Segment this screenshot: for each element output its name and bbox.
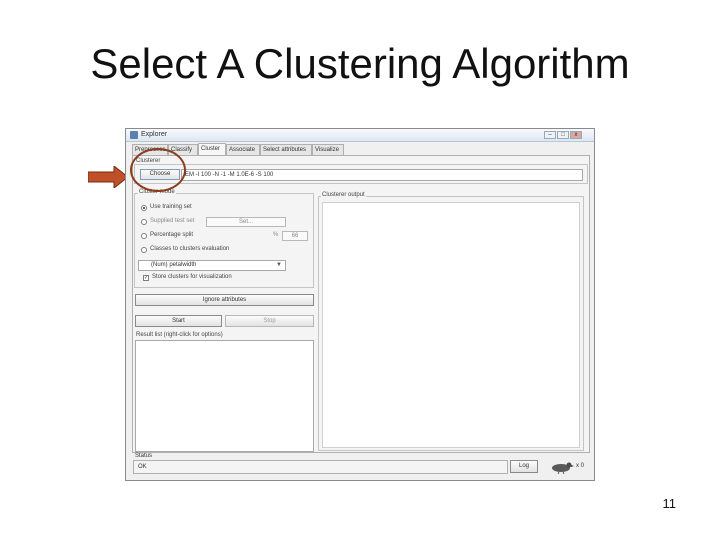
- arrow-right-icon: [88, 166, 128, 188]
- minimize-button[interactable]: –: [544, 131, 556, 139]
- class-attribute-select[interactable]: (Num) petalwidth ▼: [138, 260, 286, 271]
- stop-button[interactable]: Stop: [225, 315, 314, 327]
- supplied-test-set-radio[interactable]: [141, 219, 147, 225]
- task-count: x 0: [576, 463, 585, 469]
- percent-sign: %: [273, 232, 279, 238]
- start-button[interactable]: Start: [135, 315, 222, 327]
- classes-to-clusters-label: Classes to clusters evaluation: [150, 246, 230, 252]
- tab-select-attributes[interactable]: Select attributes: [260, 144, 312, 155]
- result-list[interactable]: [135, 340, 314, 452]
- set-button[interactable]: Set...: [206, 217, 286, 227]
- class-attribute-value: (Num) petalwidth: [151, 262, 197, 268]
- tab-cluster[interactable]: Cluster: [198, 143, 226, 155]
- app-icon: [130, 131, 138, 139]
- tab-associate[interactable]: Associate: [226, 144, 260, 155]
- result-list-label: Result list (right-click for options): [136, 332, 223, 338]
- window-titlebar: Explorer – □ x: [126, 129, 594, 142]
- weka-bird-icon: [552, 462, 574, 474]
- status-label: Status: [135, 453, 153, 459]
- use-training-set-label: Use training set: [150, 204, 192, 210]
- maximize-button[interactable]: □: [557, 131, 569, 139]
- store-clusters-label: Store clusters for visualization: [152, 274, 232, 280]
- clusterer-algorithm-field[interactable]: EM -I 100 -N -1 -M 1.0E-6 -S 100: [181, 169, 583, 181]
- percentage-split-label: Percentage split: [150, 232, 194, 238]
- clusterer-output-area[interactable]: [322, 202, 580, 448]
- slide-number: 11: [662, 496, 677, 511]
- slide-title: Select A Clustering Algorithm: [90, 40, 630, 87]
- highlight-circle: [130, 148, 186, 192]
- supplied-test-set-label: Supplied test set: [150, 218, 195, 224]
- window-title: Explorer: [141, 131, 168, 138]
- percentage-split-radio[interactable]: [141, 233, 147, 239]
- ignore-attributes-button[interactable]: Ignore attributes: [135, 294, 314, 306]
- classes-to-clusters-radio[interactable]: [141, 247, 147, 253]
- status-bar: OK: [133, 460, 508, 474]
- store-clusters-checkbox[interactable]: ✓: [143, 275, 149, 281]
- tab-visualize[interactable]: Visualize: [312, 144, 344, 155]
- use-training-set-radio[interactable]: [141, 205, 147, 211]
- clusterer-output-label: Clusterer output: [321, 192, 366, 198]
- weka-explorer-window: Explorer – □ x Preprocess Classify Clust…: [125, 128, 595, 481]
- percentage-input[interactable]: 66: [282, 231, 308, 241]
- close-button[interactable]: x: [570, 131, 582, 139]
- chevron-down-icon: ▼: [276, 262, 282, 268]
- log-button[interactable]: Log: [510, 460, 538, 473]
